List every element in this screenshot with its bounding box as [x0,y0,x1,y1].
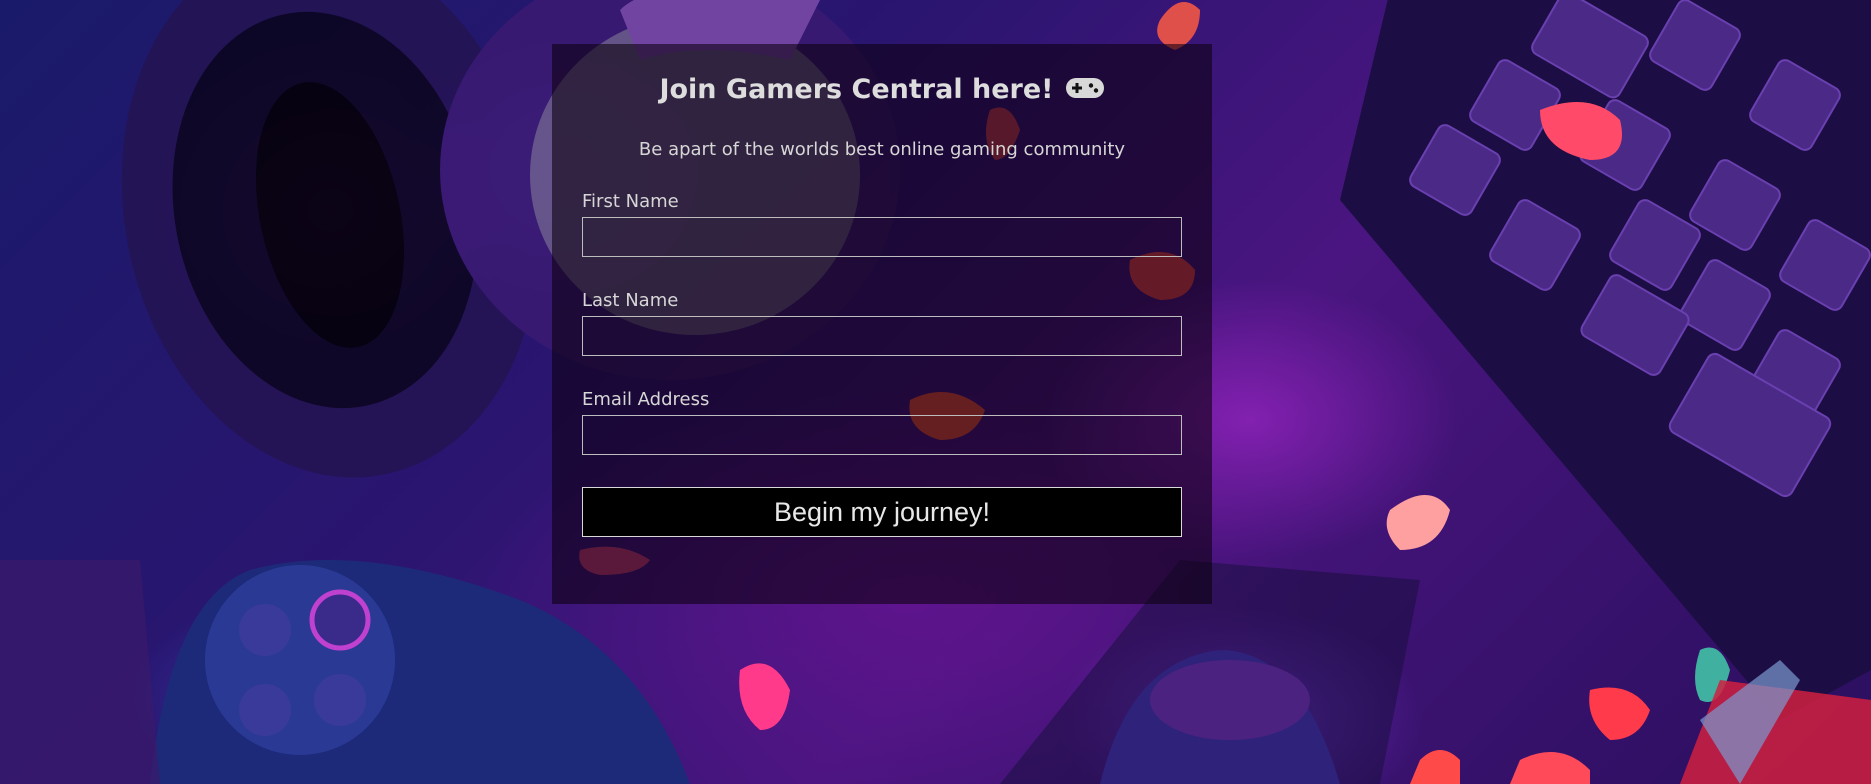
signup-form-panel: Join Gamers Central here! Be apart of th… [552,44,1212,604]
last-name-input[interactable] [582,316,1182,356]
page-background: { "form": { "title": "Join Gamers Centra… [0,0,1871,784]
begin-journey-button[interactable]: Begin my journey! [582,487,1182,537]
form-title-row: Join Gamers Central here! [552,74,1212,105]
last-name-label: Last Name [582,290,679,311]
email-address-input[interactable] [582,415,1182,455]
keyboard-illustration [1340,0,1871,720]
first-name-label: First Name [582,191,679,212]
form-title: Join Gamers Central here! [659,74,1054,105]
email-address-label: Email Address [582,389,710,410]
gamepad-icon [1065,76,1105,104]
first-name-input[interactable] [582,217,1182,257]
form-subtitle: Be apart of the worlds best online gamin… [638,139,1126,160]
